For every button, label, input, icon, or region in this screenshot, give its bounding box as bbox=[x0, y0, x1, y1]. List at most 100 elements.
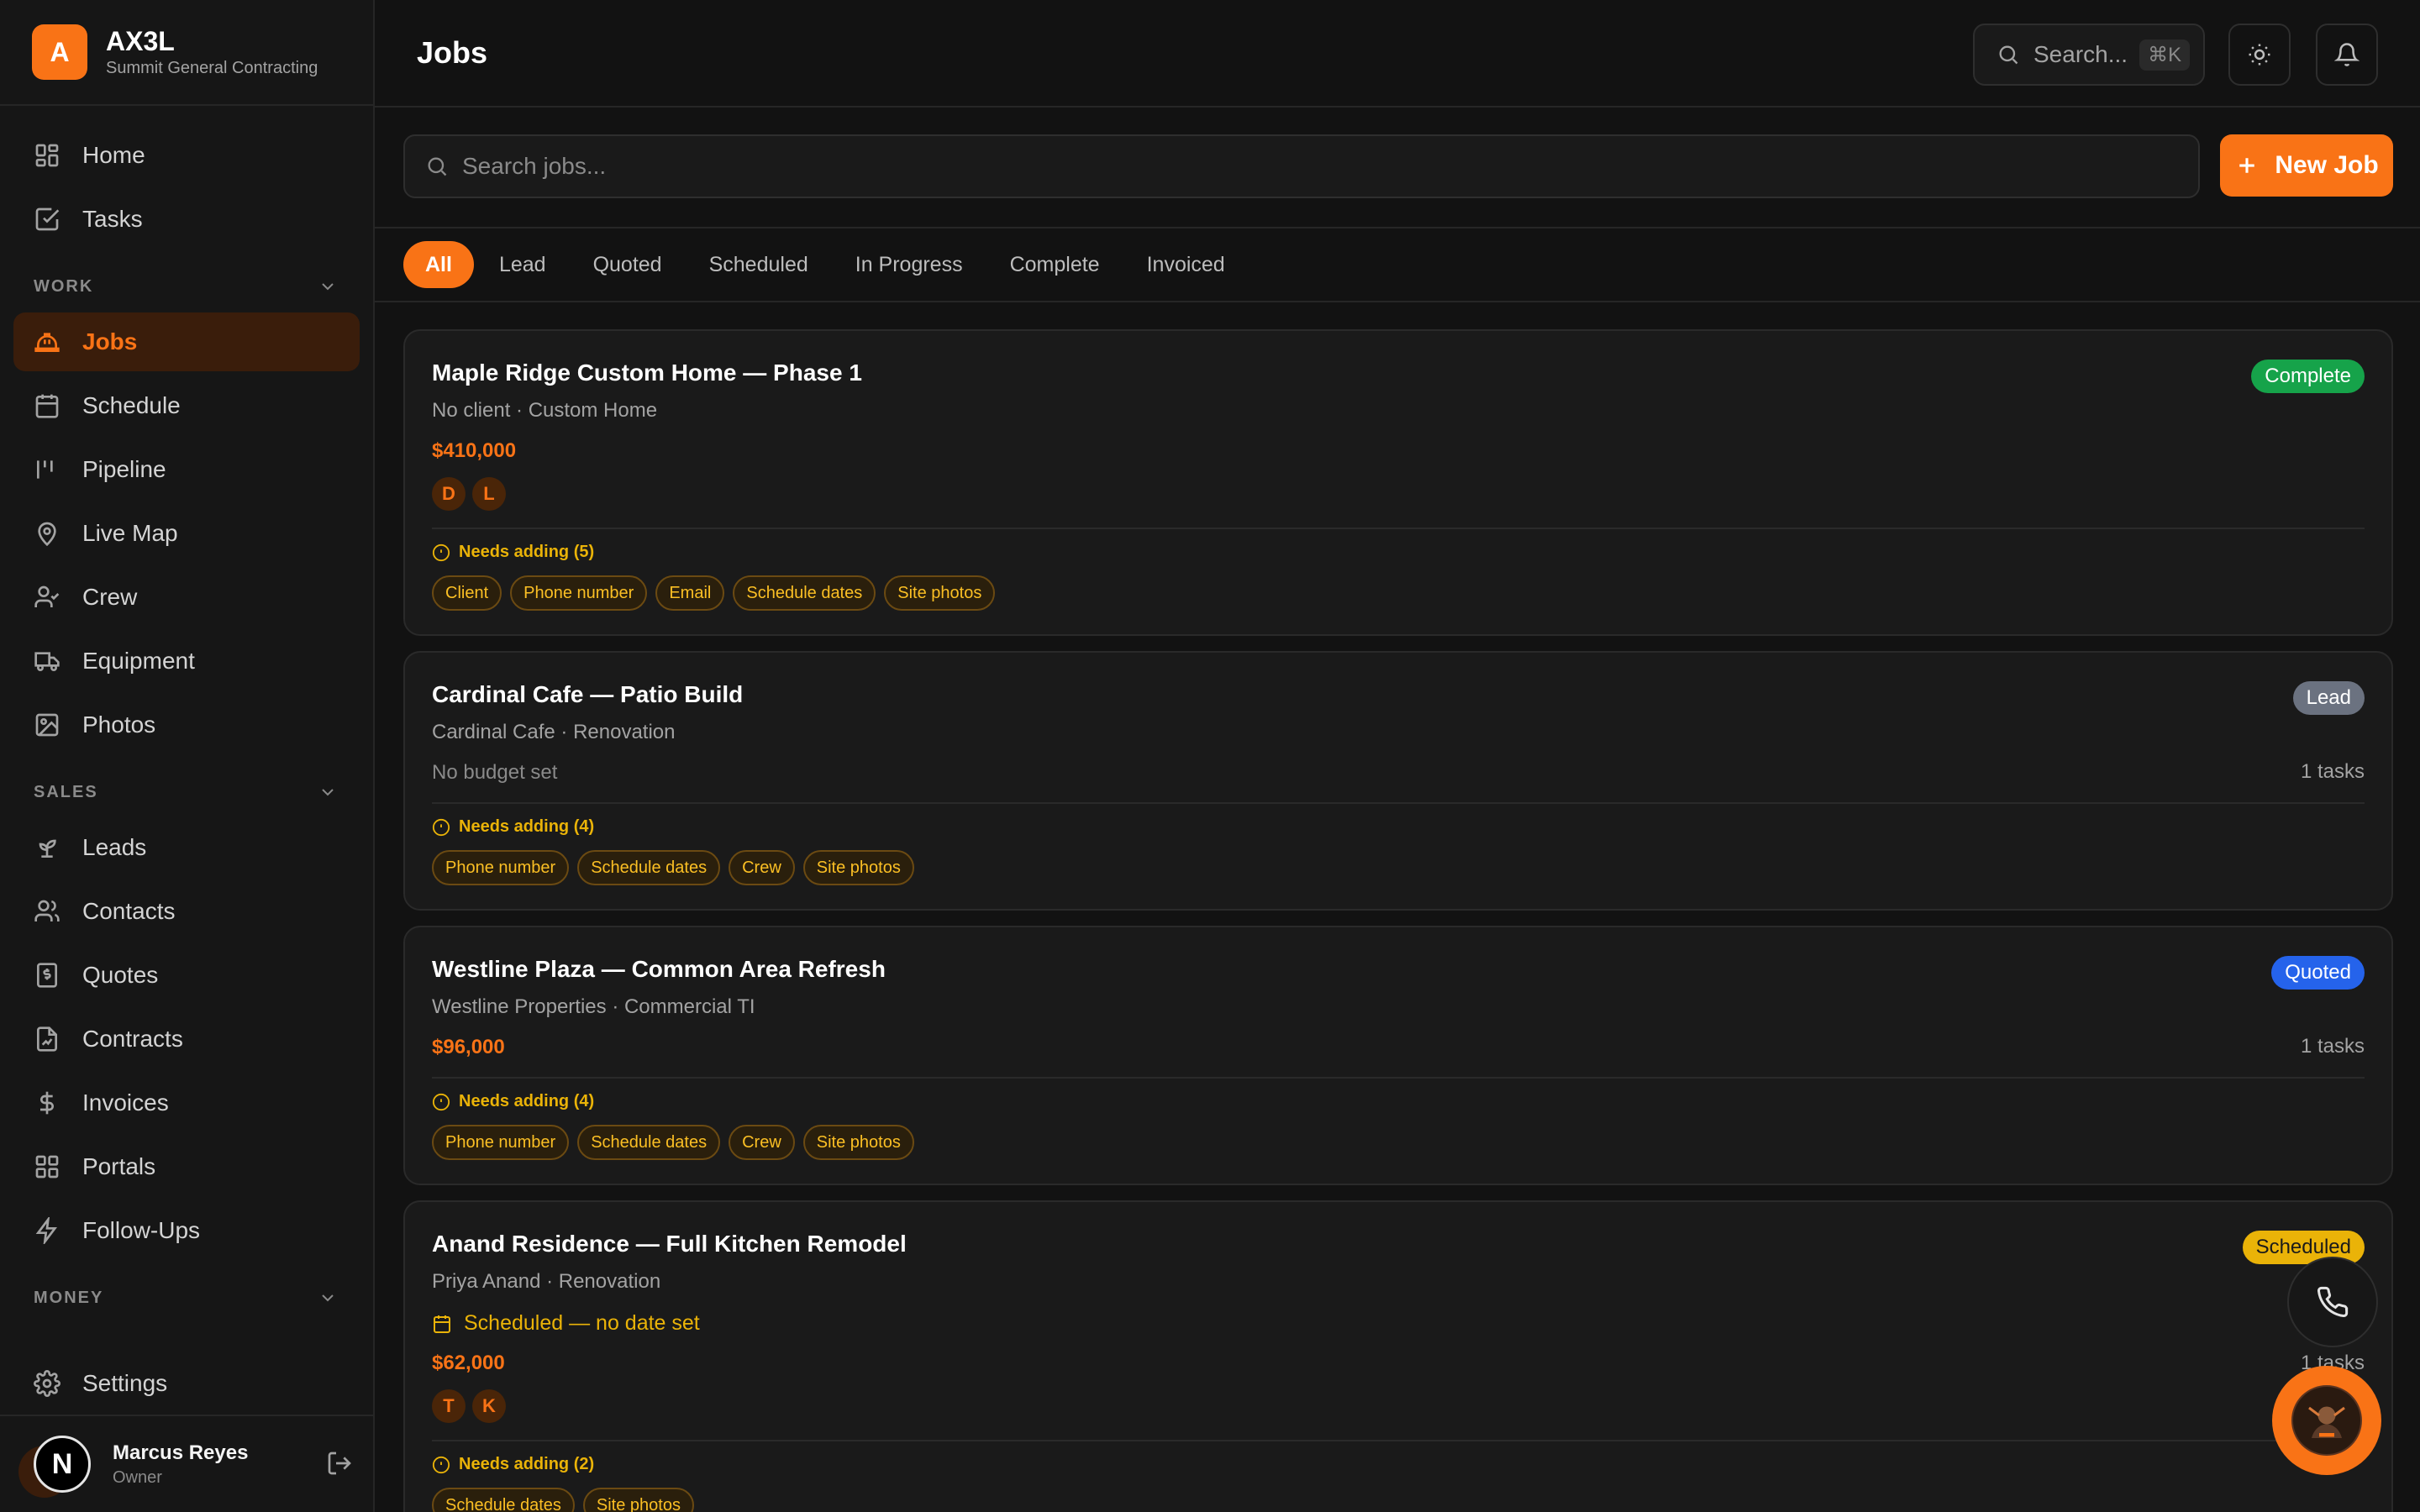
missing-field-chip[interactable]: Crew bbox=[729, 1125, 795, 1160]
task-count: 1 tasks bbox=[2300, 1035, 2365, 1058]
sidebar-item-label: Equipment bbox=[82, 648, 195, 674]
crew-avatar: K bbox=[472, 1389, 506, 1423]
logout-icon[interactable] bbox=[326, 1450, 353, 1477]
needs-adding-heading: Needs adding (5) bbox=[432, 543, 2365, 562]
job-title[interactable]: Maple Ridge Custom Home — Phase 1 bbox=[432, 358, 2365, 388]
theme-toggle-button[interactable] bbox=[2228, 24, 2291, 86]
needs-adding-label: Needs adding (5) bbox=[459, 543, 595, 561]
job-card[interactable]: Cardinal Cafe — Patio Build Cardinal Caf… bbox=[403, 651, 2393, 911]
job-amount: $410,000 bbox=[432, 439, 517, 462]
job-subtitle: Priya Anand · Renovation bbox=[432, 1270, 661, 1293]
divider bbox=[432, 528, 2365, 529]
tab-in-progress[interactable]: In Progress bbox=[834, 241, 985, 288]
sidebar-item-portals[interactable]: Portals bbox=[13, 1137, 360, 1196]
sidebar-item-photos[interactable]: Photos bbox=[13, 696, 360, 754]
sidebar-item-pipeline[interactable]: Pipeline bbox=[13, 440, 360, 499]
status-badge: Quoted bbox=[2271, 956, 2365, 990]
needs-adding-heading: Needs adding (2) bbox=[432, 1455, 2365, 1474]
top-bar: Jobs Search... ⌘K bbox=[375, 0, 2420, 108]
jobs-search-box[interactable] bbox=[403, 134, 2200, 198]
section-money-toggle[interactable]: MONEY bbox=[13, 1277, 360, 1319]
user-check-icon bbox=[34, 584, 60, 611]
brand-name: AX3L bbox=[106, 26, 175, 56]
zap-icon bbox=[34, 1217, 60, 1244]
sidebar-item-live-map[interactable]: Live Map bbox=[13, 504, 360, 563]
tab-complete[interactable]: Complete bbox=[988, 241, 1122, 288]
user-role: Owner bbox=[113, 1467, 162, 1487]
schedule-warning-text: Scheduled — no date set bbox=[464, 1311, 700, 1335]
bell-icon bbox=[2334, 42, 2360, 67]
sidebar-item-home[interactable]: Home bbox=[13, 126, 360, 185]
jobs-search-input[interactable] bbox=[462, 153, 2059, 180]
tab-lead[interactable]: Lead bbox=[477, 241, 568, 288]
sidebar-item-label: Crew bbox=[82, 584, 138, 610]
sidebar-item-contacts[interactable]: Contacts bbox=[13, 882, 360, 941]
job-card[interactable]: Westline Plaza — Common Area Refresh Wes… bbox=[403, 926, 2393, 1185]
job-card[interactable]: Maple Ridge Custom Home — Phase 1 No cli… bbox=[403, 329, 2393, 636]
sidebar-item-follow-ups[interactable]: Follow-Ups bbox=[13, 1201, 360, 1260]
needs-adding-label: Needs adding (4) bbox=[459, 817, 595, 836]
job-card[interactable]: Anand Residence — Full Kitchen Remodel P… bbox=[403, 1200, 2393, 1512]
crew-avatar: D bbox=[432, 477, 466, 511]
missing-field-chip[interactable]: Schedule dates bbox=[577, 1125, 721, 1160]
alert-circle-icon bbox=[432, 1456, 450, 1474]
missing-field-chip[interactable]: Site photos bbox=[884, 575, 996, 611]
sidebar-item-invoices[interactable]: Invoices bbox=[13, 1074, 360, 1132]
tab-quoted[interactable]: Quoted bbox=[571, 241, 684, 288]
missing-field-chip[interactable]: Schedule dates bbox=[577, 850, 721, 885]
sidebar-item-label: Schedule bbox=[82, 392, 181, 418]
tab-scheduled[interactable]: Scheduled bbox=[687, 241, 830, 288]
assistant-button[interactable] bbox=[2272, 1366, 2381, 1475]
sidebar-item-schedule[interactable]: Schedule bbox=[13, 376, 360, 435]
tab-invoiced[interactable]: Invoiced bbox=[1125, 241, 1247, 288]
job-title[interactable]: Westline Plaza — Common Area Refresh bbox=[432, 954, 2365, 984]
sidebar-item-settings[interactable]: Settings bbox=[0, 1352, 373, 1416]
job-title[interactable]: Anand Residence — Full Kitchen Remodel bbox=[432, 1229, 2365, 1259]
jobs-toolbar: New Job bbox=[375, 109, 2420, 227]
missing-field-chip[interactable]: Crew bbox=[729, 850, 795, 885]
missing-field-chip[interactable]: Site photos bbox=[802, 850, 914, 885]
sidebar-item-quotes[interactable]: Quotes bbox=[13, 946, 360, 1005]
brand-logo[interactable]: A bbox=[32, 24, 87, 80]
missing-field-chip[interactable]: Email bbox=[655, 575, 725, 611]
sidebar-item-leads[interactable]: Leads bbox=[13, 818, 360, 877]
global-search-button[interactable]: Search... ⌘K bbox=[1973, 24, 2205, 86]
new-job-button[interactable]: New Job bbox=[2220, 134, 2393, 197]
missing-field-chip[interactable]: Client bbox=[432, 575, 502, 611]
job-title[interactable]: Cardinal Cafe — Patio Build bbox=[432, 680, 2365, 710]
notifications-button[interactable] bbox=[2316, 24, 2378, 86]
section-sales-toggle[interactable]: SALES bbox=[13, 771, 360, 813]
job-subtitle: No client · Custom Home bbox=[432, 399, 658, 422]
call-button[interactable] bbox=[2287, 1257, 2378, 1347]
section-work-toggle[interactable]: WORK bbox=[13, 265, 360, 307]
avatar[interactable]: N bbox=[18, 1436, 91, 1498]
missing-field-chip[interactable]: Phone number bbox=[432, 850, 570, 885]
sidebar-item-equipment[interactable]: Equipment bbox=[13, 632, 360, 690]
missing-field-chip[interactable]: Schedule dates bbox=[432, 1488, 575, 1512]
sidebar-item-crew[interactable]: Crew bbox=[13, 568, 360, 627]
needs-adding-heading: Needs adding (4) bbox=[432, 817, 2365, 837]
phone-icon bbox=[2316, 1285, 2349, 1319]
crew-initials: D L bbox=[432, 477, 2365, 511]
needs-adding-label: Needs adding (4) bbox=[459, 1092, 595, 1110]
image-icon bbox=[34, 711, 60, 738]
sidebar-item-label: Settings bbox=[82, 1370, 168, 1396]
missing-field-chip[interactable]: Phone number bbox=[432, 1125, 570, 1160]
new-job-label: New Job bbox=[2275, 151, 2379, 179]
missing-field-chip[interactable]: Site photos bbox=[582, 1488, 694, 1512]
sidebar-nav: Home Tasks WORK Jobs Schedule Pipeline L… bbox=[0, 106, 373, 1319]
missing-field-chip[interactable]: Schedule dates bbox=[733, 575, 876, 611]
missing-field-chip[interactable]: Phone number bbox=[510, 575, 648, 611]
user-name: Marcus Reyes bbox=[113, 1441, 249, 1464]
chevron-down-icon bbox=[318, 276, 338, 297]
global-search-placeholder: Search... bbox=[2033, 41, 2128, 67]
user-profile[interactable]: N Marcus Reyes Owner bbox=[0, 1416, 373, 1512]
sidebar-item-tasks[interactable]: Tasks bbox=[13, 190, 360, 249]
sidebar-item-contracts[interactable]: Contracts bbox=[13, 1010, 360, 1068]
brand-header: A AX3L Summit General Contracting bbox=[0, 0, 373, 106]
sidebar-item-label: Photos bbox=[82, 711, 156, 738]
missing-fields: Phone number Schedule dates Crew Site ph… bbox=[432, 1125, 2365, 1184]
sidebar-item-jobs[interactable]: Jobs bbox=[13, 312, 360, 371]
tab-all[interactable]: All bbox=[403, 241, 474, 288]
missing-field-chip[interactable]: Site photos bbox=[802, 1125, 914, 1160]
